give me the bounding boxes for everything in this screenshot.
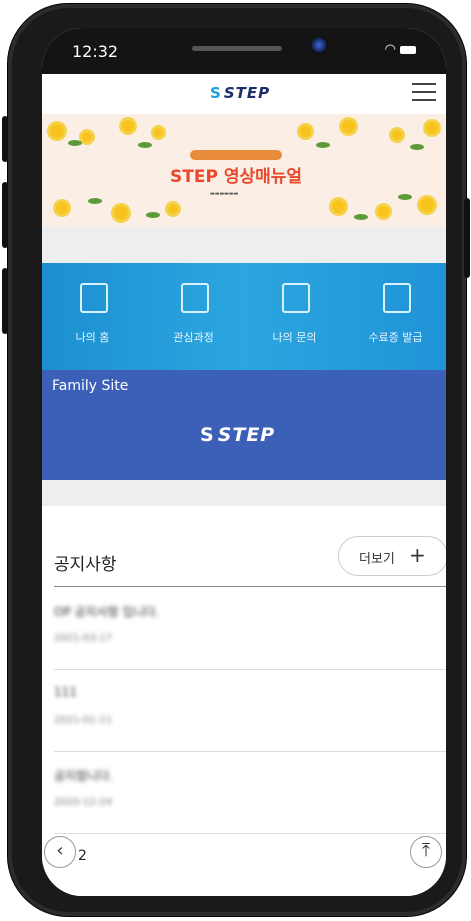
header-logo[interactable]: S STEP — [210, 84, 270, 102]
section-gap — [42, 480, 446, 506]
quick-menu-label: 나의 홈 — [75, 331, 110, 344]
logo-text: STEP — [217, 424, 276, 446]
flower-decoration — [50, 124, 64, 138]
back-button[interactable]: ‹ — [44, 836, 76, 868]
monitor-user-icon — [80, 283, 108, 313]
flower-decoration — [426, 122, 438, 134]
volume-down-button — [2, 182, 8, 248]
leaf-decoration — [316, 142, 330, 148]
family-site-title: Family Site — [52, 378, 129, 394]
notice-row-date: 2021-01-11 — [54, 715, 113, 726]
notice-row-title: OP 공지사항 입니다. — [54, 605, 160, 619]
status-icons: ◠ — [385, 42, 416, 57]
scroll-top-button[interactable]: ⤒ — [410, 836, 442, 868]
section-gap — [42, 227, 446, 263]
notice-row[interactable]: 111 2021-01-11 — [54, 669, 446, 752]
flower-decoration — [392, 130, 402, 140]
flower-decoration — [56, 202, 68, 214]
quick-menu-certificate[interactable]: 수료증 발급 — [345, 263, 446, 370]
battery-icon — [400, 45, 416, 54]
notice-title: 공지사항 — [54, 555, 117, 575]
flower-decoration — [114, 206, 128, 220]
power-button — [464, 198, 470, 278]
logo-mark-icon: S — [200, 424, 215, 446]
bookmark-heart-icon — [181, 283, 209, 313]
leaf-decoration — [88, 198, 102, 204]
notice-row-title: 111 — [54, 685, 77, 699]
family-site-logo[interactable]: S STEP — [200, 424, 275, 446]
quick-menu-interest[interactable]: 관심과정 — [143, 263, 244, 370]
search-document-icon — [282, 283, 310, 313]
banner-pill — [190, 150, 282, 160]
leaf-decoration — [138, 142, 152, 148]
flower-decoration — [168, 204, 178, 214]
notice-row[interactable]: OP 공지사항 입니다. 2021-03-17 — [54, 587, 446, 670]
camera-icon — [310, 36, 328, 54]
notice-row-date: 2020-12-24 — [54, 797, 113, 808]
logo-text: STEP — [223, 84, 271, 102]
leaf-decoration — [146, 212, 160, 218]
flower-decoration — [378, 206, 389, 217]
family-site-section: Family Site S STEP — [42, 370, 446, 480]
menu-hamburger-icon[interactable] — [412, 83, 436, 103]
banner-subtitle: ▬▬▬▬▬▬ — [210, 191, 239, 197]
volume-up-button — [2, 116, 8, 162]
more-button-label: 더보기 — [359, 552, 395, 567]
flower-decoration — [342, 120, 355, 133]
flower-decoration — [300, 126, 311, 137]
quick-menu: 나의 홈 관심과정 나의 문의 수료증 발급 — [42, 263, 446, 370]
notice-row-title: 공지합니다. — [54, 769, 114, 783]
flower-decoration — [82, 132, 92, 142]
flower-decoration — [154, 128, 163, 137]
quick-menu-my-home[interactable]: 나의 홈 — [42, 263, 143, 370]
quick-menu-label: 관심과정 — [173, 331, 214, 344]
banner-title: STEP 영상매뉴얼 — [170, 167, 303, 187]
leaf-decoration — [354, 214, 368, 220]
flower-decoration — [420, 198, 434, 212]
quick-menu-label: 수료증 발급 — [368, 331, 423, 344]
app-header: S STEP — [42, 74, 446, 115]
leaf-decoration — [410, 144, 424, 150]
notice-row-date: 2021-03-17 — [54, 633, 113, 644]
speaker — [192, 46, 282, 51]
next-item-label: 2 — [78, 848, 87, 864]
quick-menu-inquiry[interactable]: 나의 문의 — [244, 263, 345, 370]
leaf-decoration — [398, 194, 412, 200]
logo-mark-icon: S — [210, 84, 222, 102]
mute-switch — [2, 268, 8, 334]
wifi-icon: ◠ — [384, 42, 396, 57]
plus-icon: + — [409, 543, 426, 567]
leaf-decoration — [68, 140, 82, 146]
notch — [134, 28, 360, 74]
flower-decoration — [332, 200, 345, 213]
notice-row[interactable]: 공지합니다. 2020-12-24 — [54, 751, 446, 834]
quick-menu-label: 나의 문의 — [272, 331, 317, 344]
flower-decoration — [122, 120, 134, 132]
promo-banner[interactable]: STEP 영상매뉴얼 ▬▬▬▬▬▬ — [42, 114, 446, 227]
status-time: 12:32 — [72, 42, 119, 61]
phone-screen: 12:32 ◠ S STEP STEP 영상매뉴얼 ▬▬▬▬▬▬ 나의 홈 관심… — [42, 28, 446, 896]
more-button[interactable]: 더보기 + — [338, 536, 446, 576]
phone-frame: 12:32 ◠ S STEP STEP 영상매뉴얼 ▬▬▬▬▬▬ 나의 홈 관심… — [2, 4, 470, 916]
notice-section: 공지사항 더보기 + OP 공지사항 입니다. 2021-03-17 111 2… — [42, 506, 446, 896]
certificate-icon — [383, 283, 411, 313]
